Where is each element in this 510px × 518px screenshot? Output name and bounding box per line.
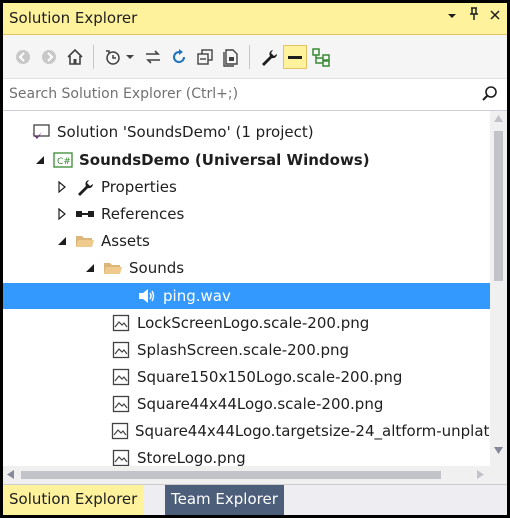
- properties-button[interactable]: [257, 45, 281, 69]
- toolbar-separator: [249, 45, 250, 69]
- image-file-icon: [111, 394, 131, 414]
- tree-item-label: Sounds: [129, 259, 185, 277]
- folder-open-icon: [75, 231, 95, 251]
- refresh-button[interactable]: [167, 45, 191, 69]
- pending-changes-filter-button[interactable]: [101, 45, 125, 69]
- pin-icon: [470, 7, 478, 20]
- chevron-down-icon: [126, 55, 134, 59]
- forward-icon: [42, 50, 56, 64]
- image-file-icon: [111, 421, 129, 441]
- tree-item-solution[interactable]: Solution 'SoundsDemo' (1 project): [3, 119, 490, 145]
- tree-item-label: ping.wav: [163, 287, 231, 305]
- tree-item-project[interactable]: C# SoundsDemo (Universal Windows): [3, 147, 490, 173]
- tree-item-file[interactable]: Square44x44Logo.scale-200.png: [3, 391, 490, 417]
- audio-file-icon: [137, 286, 157, 306]
- search-icon[interactable]: [481, 85, 499, 107]
- sync-with-active-document-button[interactable]: [141, 45, 165, 69]
- tree-item-label: Square44x44Logo.targetsize-24_altform-un…: [135, 422, 490, 440]
- home-icon: [67, 48, 83, 65]
- toolbar: [3, 35, 507, 79]
- show-all-files-icon: [223, 49, 238, 67]
- bottom-tab-strip: Solution Explorer Team Explorer: [3, 484, 507, 515]
- image-file-icon: [111, 367, 131, 387]
- collapsed-arrow-icon[interactable]: [55, 180, 69, 194]
- tree-item-label: Properties: [101, 178, 177, 196]
- horizontal-scrollbar[interactable]: [3, 466, 507, 484]
- tree-item-label: LockScreenLogo.scale-200.png: [137, 314, 370, 332]
- csharp-project-icon: C#: [53, 150, 73, 170]
- refresh-icon: [173, 49, 186, 64]
- search-input[interactable]: Search Solution Explorer (Ctrl+;): [9, 86, 238, 102]
- back-icon: [16, 50, 30, 64]
- tree-item-file[interactable]: Square150x150Logo.scale-200.png: [3, 364, 490, 390]
- tree-item-file[interactable]: Square44x44Logo.targetsize-24_altform-un…: [3, 418, 490, 444]
- horizontal-scroll-thumb[interactable]: [21, 471, 441, 479]
- tree-item-assets[interactable]: Assets: [3, 228, 490, 254]
- scroll-down-icon: [494, 447, 503, 454]
- image-file-icon: [111, 340, 131, 360]
- tree-item-label: Solution 'SoundsDemo' (1 project): [57, 123, 314, 141]
- pin-button[interactable]: [465, 7, 483, 29]
- vertical-scrollbar[interactable]: [490, 111, 507, 466]
- chevron-down-icon: [448, 14, 456, 18]
- hierarchy-icon: [312, 48, 330, 67]
- image-file-icon: [111, 448, 131, 466]
- close-icon: [490, 10, 500, 20]
- back-button[interactable]: [11, 45, 35, 69]
- solution-icon: [31, 122, 51, 142]
- tree-item-file[interactable]: StoreLogo.png: [3, 445, 490, 466]
- tree-item-label: Square44x44Logo.scale-200.png: [137, 395, 384, 413]
- folder-open-icon: [103, 258, 123, 278]
- window-title: Solution Explorer: [9, 9, 138, 27]
- home-button[interactable]: [63, 45, 87, 69]
- tree-item-label: References: [101, 205, 185, 223]
- scroll-left-icon: [7, 470, 14, 479]
- tree-item-label: Assets: [101, 232, 150, 250]
- tree-item-file[interactable]: LockScreenLogo.scale-200.png: [3, 310, 490, 336]
- tree-item-references[interactable]: References: [3, 201, 490, 227]
- vertical-scroll-thumb[interactable]: [494, 131, 503, 281]
- toolbar-separator: [93, 45, 94, 69]
- tab-label: Solution Explorer: [9, 490, 138, 508]
- references-icon: [75, 204, 95, 224]
- tree-item-properties[interactable]: Properties: [3, 174, 490, 200]
- tree-item-sounds[interactable]: Sounds: [3, 255, 490, 281]
- scroll-up-icon: [494, 115, 503, 122]
- class-view-button[interactable]: [309, 45, 333, 69]
- tree-item-ping-wav[interactable]: ping.wav: [3, 283, 490, 309]
- wrench-icon: [75, 177, 95, 197]
- solution-explorer-window: Solution Explorer Search Solution Explor…: [0, 0, 510, 518]
- tree-item-label: StoreLogo.png: [137, 449, 246, 466]
- minus-icon: [288, 56, 302, 59]
- filter-dropdown[interactable]: [123, 45, 137, 69]
- sync-icon: [146, 50, 160, 64]
- window-menu-dropdown[interactable]: [443, 7, 461, 29]
- tree-item-file[interactable]: SplashScreen.scale-200.png: [3, 337, 490, 363]
- collapsed-arrow-icon[interactable]: [55, 207, 69, 221]
- show-all-files-button[interactable]: [219, 45, 243, 69]
- solution-tree: Solution 'SoundsDemo' (1 project) C# Sou…: [3, 111, 490, 466]
- tree-item-label: SoundsDemo (Universal Windows): [79, 151, 370, 169]
- history-icon: [106, 50, 120, 65]
- image-file-icon: [111, 313, 131, 333]
- title-bar: Solution Explorer: [3, 3, 507, 35]
- tree-item-label: SplashScreen.scale-200.png: [137, 341, 350, 359]
- tab-team-explorer[interactable]: Team Explorer: [165, 485, 284, 515]
- preview-selected-items-button[interactable]: [283, 45, 307, 69]
- tree-item-label: Square150x150Logo.scale-200.png: [137, 368, 403, 386]
- search-box[interactable]: Search Solution Explorer (Ctrl+;): [3, 79, 507, 111]
- expanded-arrow-icon[interactable]: [55, 234, 69, 248]
- collapse-all-icon: [197, 49, 213, 65]
- collapse-all-button[interactable]: [193, 45, 217, 69]
- tab-solution-explorer[interactable]: Solution Explorer: [3, 485, 144, 515]
- expanded-arrow-icon[interactable]: [83, 261, 97, 275]
- close-button[interactable]: [486, 7, 504, 29]
- tab-label: Team Explorer: [171, 490, 278, 508]
- scroll-right-icon: [477, 470, 484, 479]
- svg-text:C#: C#: [57, 157, 71, 167]
- wrench-icon: [262, 50, 278, 66]
- expanded-arrow-icon[interactable]: [33, 153, 47, 167]
- forward-button[interactable]: [37, 45, 61, 69]
